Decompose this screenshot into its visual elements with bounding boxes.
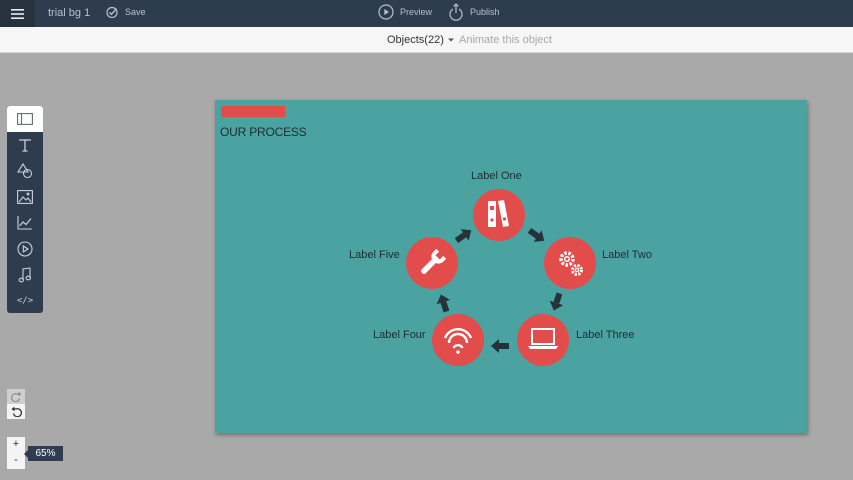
save-label: Save (125, 7, 146, 17)
preview-label: Preview (400, 7, 433, 17)
redo-icon (10, 391, 21, 402)
tool-video[interactable] (7, 236, 43, 262)
document-title[interactable]: trial bg 1 (48, 7, 90, 19)
embed-code-icon[interactable]: </> (7, 288, 43, 314)
arrow-five-to-one[interactable] (452, 225, 475, 247)
arrow-four-to-five[interactable] (434, 292, 453, 313)
publish-label: Publish (470, 7, 500, 17)
undo-icon (10, 406, 22, 417)
objects-dropdown[interactable]: Objects(22) (387, 34, 455, 46)
redo-button[interactable] (7, 389, 25, 404)
objects-label: Objects(22) (387, 34, 444, 46)
label-two[interactable]: Label Two (602, 249, 652, 261)
undo-button[interactable] (7, 404, 25, 419)
label-three[interactable]: Label Three (576, 329, 635, 341)
save-check-icon (106, 6, 118, 18)
tool-image[interactable] (7, 184, 43, 210)
shapes-icon (17, 163, 33, 179)
label-five[interactable]: Label Five (349, 249, 400, 261)
hamburger-icon (11, 8, 24, 19)
image-icon (17, 190, 33, 204)
preview-button[interactable]: Preview (378, 4, 432, 20)
node-five[interactable] (406, 237, 458, 289)
save-button[interactable]: Save (105, 6, 146, 18)
video-icon (17, 241, 33, 257)
node-two[interactable] (544, 237, 596, 289)
node-three[interactable] (517, 314, 569, 366)
text-icon (19, 139, 31, 152)
arrow-three-to-four[interactable] (491, 339, 509, 353)
top-bar: trial bg 1 Save Preview Publish (0, 0, 853, 27)
zoom-level: 65% (24, 446, 63, 461)
tool-text[interactable] (7, 132, 43, 158)
caret-down-icon (447, 38, 454, 42)
node-one[interactable] (473, 189, 525, 241)
slide-canvas[interactable]: OUR PROCESS Label One Label Two Label Th… (215, 100, 807, 433)
arrow-two-to-three[interactable] (547, 291, 566, 312)
play-circle-icon (378, 4, 394, 20)
tool-audio[interactable] (7, 262, 43, 288)
tool-slide-panel[interactable] (7, 106, 43, 132)
audio-icon (18, 267, 32, 283)
chart-icon (17, 216, 32, 230)
process-cycle-diagram (406, 189, 596, 366)
node-four[interactable] (432, 314, 484, 366)
slide-panel-icon (17, 113, 33, 125)
zoom-controls: + - (7, 437, 25, 469)
publish-button[interactable]: Publish (448, 3, 500, 21)
tool-palette: </> (7, 106, 43, 313)
zoom-out-button[interactable]: - (7, 453, 25, 469)
animate-object-link[interactable]: Animate this object (459, 34, 552, 46)
label-four[interactable]: Label Four (373, 329, 426, 341)
tool-shapes[interactable] (7, 158, 43, 184)
label-one[interactable]: Label One (471, 170, 522, 182)
arrow-one-to-two[interactable] (525, 225, 548, 247)
tool-chart[interactable] (7, 210, 43, 236)
menu-button[interactable] (0, 0, 35, 27)
object-bar: Objects(22) Animate this object (0, 27, 853, 53)
publish-icon (449, 3, 463, 21)
zoom-in-button[interactable]: + (7, 437, 25, 453)
